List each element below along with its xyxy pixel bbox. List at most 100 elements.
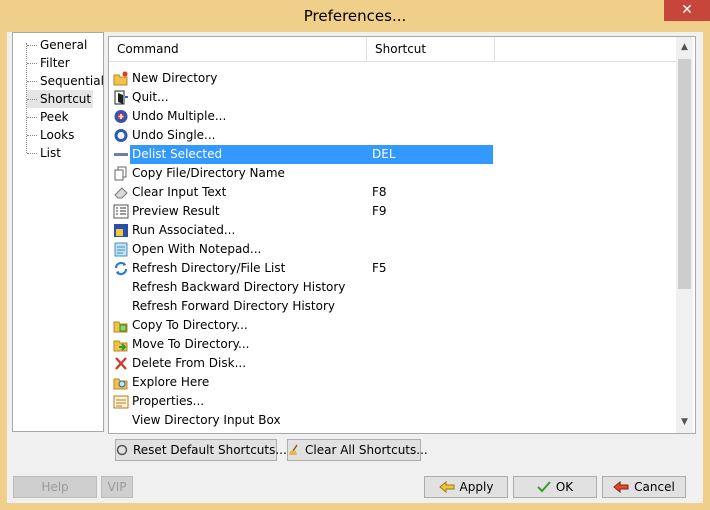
command-label: Explore Here: [132, 375, 210, 389]
list-item[interactable]: Refresh Backward Directory History: [113, 278, 493, 297]
exit-door-icon: [113, 90, 129, 105]
tree-item-label: Peek: [40, 110, 69, 124]
ok-button[interactable]: OK: [513, 476, 597, 498]
tree-item-filter[interactable]: Filter: [27, 54, 72, 72]
notepad-icon: [113, 242, 129, 257]
broom-icon: [288, 440, 300, 460]
close-button[interactable]: ✕: [664, 0, 710, 21]
list-item[interactable]: Clear Input Text F8: [113, 183, 493, 202]
command-label: Refresh Directory/File List: [132, 261, 286, 275]
explore-icon: [113, 375, 129, 390]
tree-item-list[interactable]: List: [27, 144, 63, 162]
list-item[interactable]: Quit...: [113, 88, 493, 107]
list-item[interactable]: Open With Notepad...: [113, 240, 493, 259]
arrow-back-icon: [613, 477, 629, 497]
list-item[interactable]: Copy To Directory...: [113, 316, 493, 335]
shortcut-list[interactable]: Command Shortcut New Directory Quit... U…: [108, 36, 696, 434]
command-label: Clear Input Text: [132, 185, 227, 199]
command-label: Refresh Forward Directory History: [132, 299, 336, 313]
command-label: Preview Result: [132, 204, 220, 218]
checkmark-icon: [537, 477, 551, 497]
vip-button[interactable]: VIP: [101, 476, 133, 498]
new-folder-icon: [113, 71, 129, 86]
cancel-button[interactable]: Cancel: [602, 476, 686, 498]
list-item[interactable]: Copy File/Directory Name: [113, 164, 493, 183]
run-icon: [113, 223, 129, 238]
list-item[interactable]: Move To Directory...: [113, 335, 493, 354]
arrow-left-icon: [438, 477, 455, 497]
shortcut-label: F8: [372, 185, 387, 199]
help-button[interactable]: Help: [13, 476, 97, 498]
window-title: Preferences...: [303, 7, 407, 25]
list-item[interactable]: Delete From Disk...: [113, 354, 493, 373]
shortcut-label: F9: [372, 204, 387, 218]
command-label: Copy To Directory...: [132, 318, 248, 332]
tree-item-label: Shortcut: [40, 92, 92, 106]
clear-all-shortcuts-button[interactable]: Clear All Shortcuts...: [287, 439, 428, 461]
command-label: Undo Multiple...: [132, 109, 227, 123]
properties-icon: [113, 394, 129, 409]
list-item-selected[interactable]: Delist Selected DEL: [113, 145, 493, 164]
command-label: Undo Single...: [132, 128, 216, 142]
list-item[interactable]: Undo Multiple...: [113, 107, 493, 126]
command-label: Move To Directory...: [132, 337, 250, 351]
reset-label: Reset Default Shortcuts...: [133, 443, 287, 457]
command-label: View Directory Input Box: [132, 413, 281, 427]
tree-item-shortcut[interactable]: Shortcut: [27, 90, 94, 108]
preview-list-icon: [113, 204, 129, 219]
tree-item-sequential[interactable]: Sequential: [27, 72, 106, 90]
tree-item-label: List: [40, 146, 61, 160]
cancel-label: Cancel: [634, 480, 675, 494]
tree-item-label: Sequential: [40, 74, 104, 88]
tree-item-label: Filter: [40, 56, 70, 70]
list-item[interactable]: Undo Single...: [113, 126, 493, 145]
list-item[interactable]: Properties...: [113, 392, 493, 411]
apply-button[interactable]: Apply: [424, 476, 508, 498]
list-item[interactable]: Run Associated...: [113, 221, 493, 240]
column-header-command[interactable]: Command: [109, 37, 367, 61]
list-header: Command Shortcut: [109, 37, 677, 62]
reset-circle-icon: [116, 440, 128, 460]
category-tree: General Filter Sequential Shortcut Peek …: [12, 32, 104, 432]
list-item[interactable]: Refresh Directory/File List F5: [113, 259, 493, 278]
scroll-up-arrow-icon[interactable]: ▲: [676, 39, 693, 56]
shortcut-label: F5: [372, 261, 387, 275]
command-label: Delist Selected: [132, 147, 223, 161]
move-to-folder-icon: [113, 337, 129, 352]
tree-item-general[interactable]: General: [27, 36, 89, 54]
copy-name-icon: [113, 166, 129, 181]
clear-label: Clear All Shortcuts...: [305, 443, 428, 457]
reset-default-shortcuts-button[interactable]: Reset Default Shortcuts...: [115, 439, 287, 461]
eraser-icon: [113, 185, 129, 200]
list-item[interactable]: View Directory Input Box: [113, 411, 493, 430]
tree-item-label: General: [40, 38, 88, 52]
ok-label: OK: [555, 480, 574, 494]
command-label: Delete From Disk...: [132, 356, 247, 370]
tree-item-peek[interactable]: Peek: [27, 108, 71, 126]
title-bar: Preferences... ✕: [0, 0, 710, 32]
shortcut-label: DEL: [372, 147, 396, 161]
list-item[interactable]: Explore Here: [113, 373, 493, 392]
command-label: Refresh Backward Directory History: [132, 280, 346, 294]
list-item[interactable]: New Directory: [113, 69, 493, 88]
command-label: New Directory: [132, 71, 218, 85]
apply-label: Apply: [459, 480, 494, 494]
tree-item-looks[interactable]: Looks: [27, 126, 76, 144]
command-label: Open With Notepad...: [132, 242, 262, 256]
column-header-shortcut[interactable]: Shortcut: [367, 37, 495, 61]
command-label: Properties...: [132, 394, 205, 408]
tree-item-label: Looks: [40, 128, 75, 142]
dialog-body: General Filter Sequential Shortcut Peek …: [7, 32, 703, 503]
delist-icon: [113, 147, 129, 162]
command-label: Copy File/Directory Name: [132, 166, 285, 180]
list-item[interactable]: Refresh Forward Directory History: [113, 297, 493, 316]
vertical-scrollbar[interactable]: ▲ ▼: [676, 37, 693, 433]
command-label: Quit...: [132, 90, 169, 104]
refresh-icon: [113, 261, 129, 276]
command-label: Run Associated...: [132, 223, 236, 237]
undo-multiple-icon: [113, 109, 129, 124]
scrollbar-thumb[interactable]: [678, 59, 691, 289]
copy-to-folder-icon: [113, 318, 129, 333]
list-item[interactable]: Preview Result F9: [113, 202, 493, 221]
scroll-down-arrow-icon[interactable]: ▼: [676, 414, 693, 431]
